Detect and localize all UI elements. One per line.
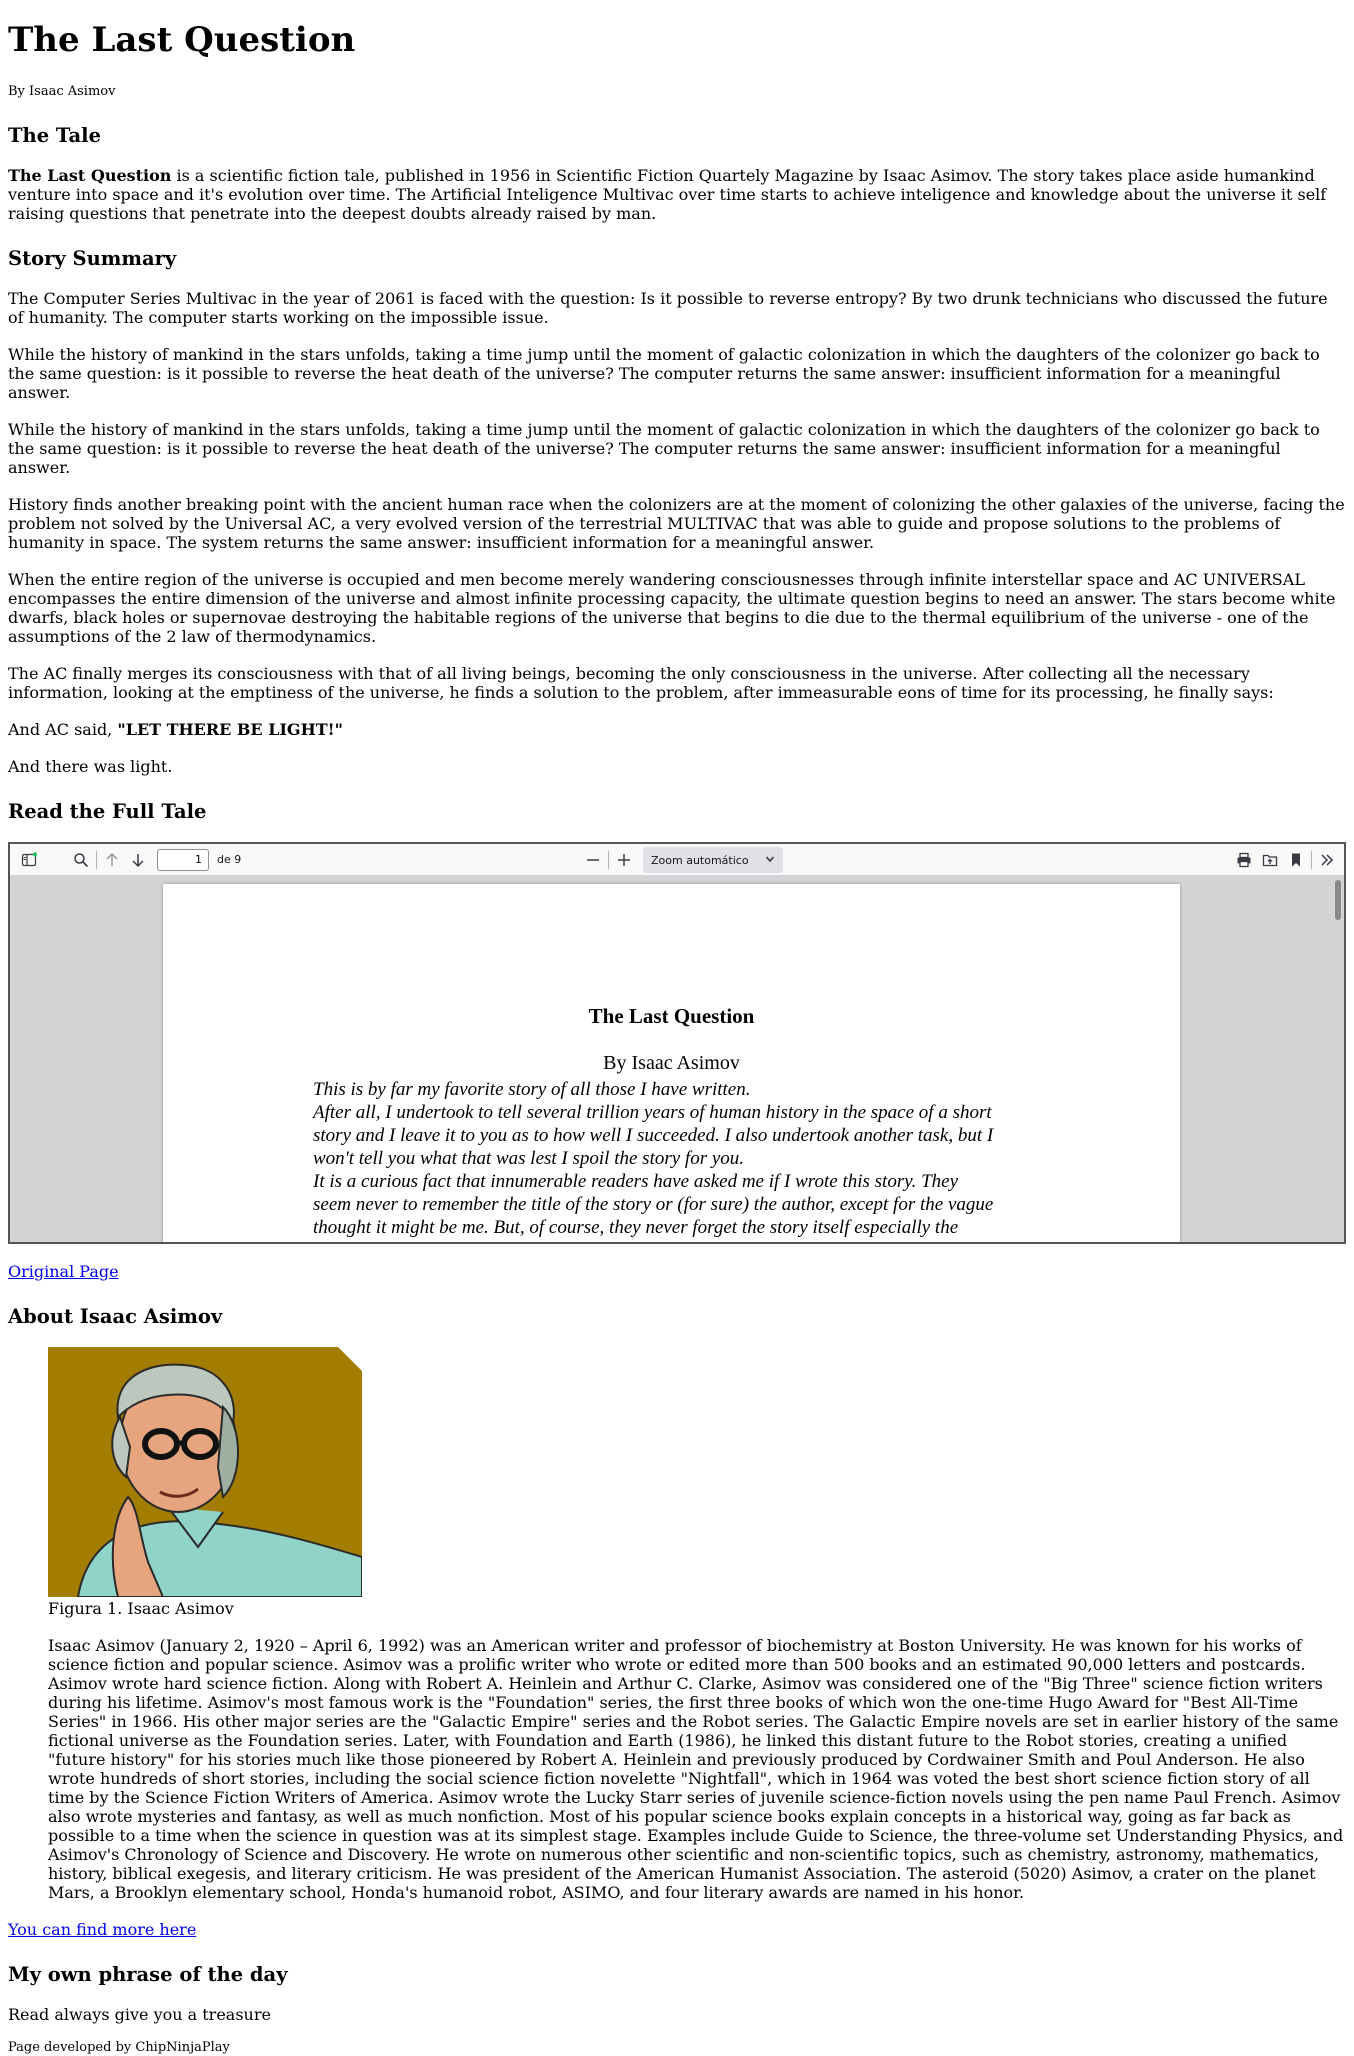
zoom-select-label: Zoom automático — [651, 853, 749, 867]
toolbar-separator — [1311, 851, 1312, 869]
arrow-down-icon[interactable] — [125, 847, 151, 873]
page-count: de 9 — [217, 853, 242, 866]
ac-said: And AC said, "LET THERE BE LIGHT!" — [8, 720, 1346, 739]
pdf-page: The Last Question By Isaac Asimov This i… — [163, 884, 1180, 1242]
pdf-document-title: The Last Question — [588, 1004, 755, 1028]
figure: Figura 1. Isaac Asimov — [48, 1347, 1346, 1618]
tale-heading: The Tale — [8, 124, 101, 147]
find-more-link[interactable]: You can find more here — [8, 1920, 196, 1939]
minus-icon[interactable] — [580, 847, 606, 873]
figure-caption: Figura 1. Isaac Asimov — [48, 1599, 234, 1618]
phrase-text: Read always give you a treasure — [8, 2005, 271, 2024]
summary-heading: Story Summary — [8, 247, 177, 270]
summary-paragraph: When the entire region of the universe i… — [8, 570, 1336, 646]
double-chevron-right-icon[interactable] — [1314, 847, 1340, 873]
summary-paragraph: While the history of mankind in the star… — [8, 420, 1320, 477]
original-page-link[interactable]: Original Page — [8, 1262, 119, 1281]
pdf-text-line: It is a curious fact that innumerable re… — [313, 1171, 959, 1192]
pdf-text-line: After all, I undertook to tell several t… — [313, 1102, 992, 1123]
about-heading: About Isaac Asimov — [8, 1305, 223, 1328]
pdf-viewport[interactable]: The Last Question By Isaac Asimov This i… — [10, 876, 1344, 1242]
about-section: Figura 1. Isaac Asimov Isaac Asimov (Jan… — [48, 1347, 1346, 1902]
pdf-viewer[interactable]: de 9 Zoom automático — [8, 842, 1346, 1244]
pdf-text-line: This is by far my favorite story of all … — [313, 1079, 751, 1100]
tale-intro-text: is a scientific fiction tale, published … — [8, 166, 1327, 223]
ac-said-prefix: And AC said, — [8, 720, 118, 739]
pdf-document-author: By Isaac Asimov — [603, 1052, 740, 1074]
search-icon[interactable] — [68, 847, 94, 873]
pdf-text-line: won't tell you what that was lest I spoi… — [313, 1148, 745, 1169]
tale-intro: The Last Question is a scientific fictio… — [8, 166, 1346, 223]
folder-icon[interactable] — [1257, 847, 1283, 873]
phrase-heading: My own phrase of the day — [8, 1963, 288, 1986]
pdf-scrollbar[interactable] — [1330, 876, 1344, 1242]
full-tale-heading: Read the Full Tale — [8, 800, 207, 823]
pdf-text-line: seem never to remember the title of the … — [313, 1194, 994, 1215]
pdf-text-line: story and I leave it to you as to how we… — [313, 1125, 994, 1146]
toolbar-separator — [96, 850, 97, 869]
plus-icon[interactable] — [611, 847, 637, 873]
asimov-portrait-image — [48, 1347, 362, 1597]
pdf-scrollbar-thumb[interactable] — [1335, 880, 1341, 920]
pdf-document-body: This is by far my favorite story of all … — [313, 1078, 1053, 1239]
arrow-up-icon[interactable] — [99, 847, 125, 873]
author-line: By Isaac Asimov — [8, 84, 116, 99]
summary-paragraph: History finds another breaking point wit… — [8, 495, 1345, 552]
pdf-text-line: thought it might be me. But, of course, … — [313, 1217, 959, 1238]
summary-paragraph: The Computer Series Multivac in the year… — [8, 289, 1328, 327]
chevron-down-icon — [765, 854, 775, 867]
toolbar-separator — [608, 851, 609, 869]
print-icon[interactable] — [1231, 847, 1257, 873]
sidebar-toggle-icon[interactable] — [16, 847, 42, 873]
tale-intro-bold: The Last Question — [8, 166, 172, 185]
page: The Last Question By Isaac Asimov The Ta… — [0, 0, 1354, 2056]
footer-credit: Page developed by ChipNinjaPlay — [8, 2040, 230, 2055]
summary-paragraph: While the history of mankind in the star… — [8, 345, 1320, 402]
asimov-bio: Isaac Asimov (January 2, 1920 – April 6,… — [48, 1636, 1344, 1902]
page-number-input[interactable] — [157, 848, 209, 871]
ac-said-quote: "LET THERE BE LIGHT!" — [117, 720, 343, 739]
bookmark-icon[interactable] — [1283, 847, 1309, 873]
summary-paragraph: The AC finally merges its consciousness … — [8, 664, 1274, 702]
pdf-toolbar: de 9 Zoom automático — [10, 844, 1344, 876]
zoom-select[interactable]: Zoom automático — [643, 847, 783, 873]
page-title: The Last Question — [8, 20, 356, 60]
story-ending: And there was light. — [8, 757, 173, 776]
